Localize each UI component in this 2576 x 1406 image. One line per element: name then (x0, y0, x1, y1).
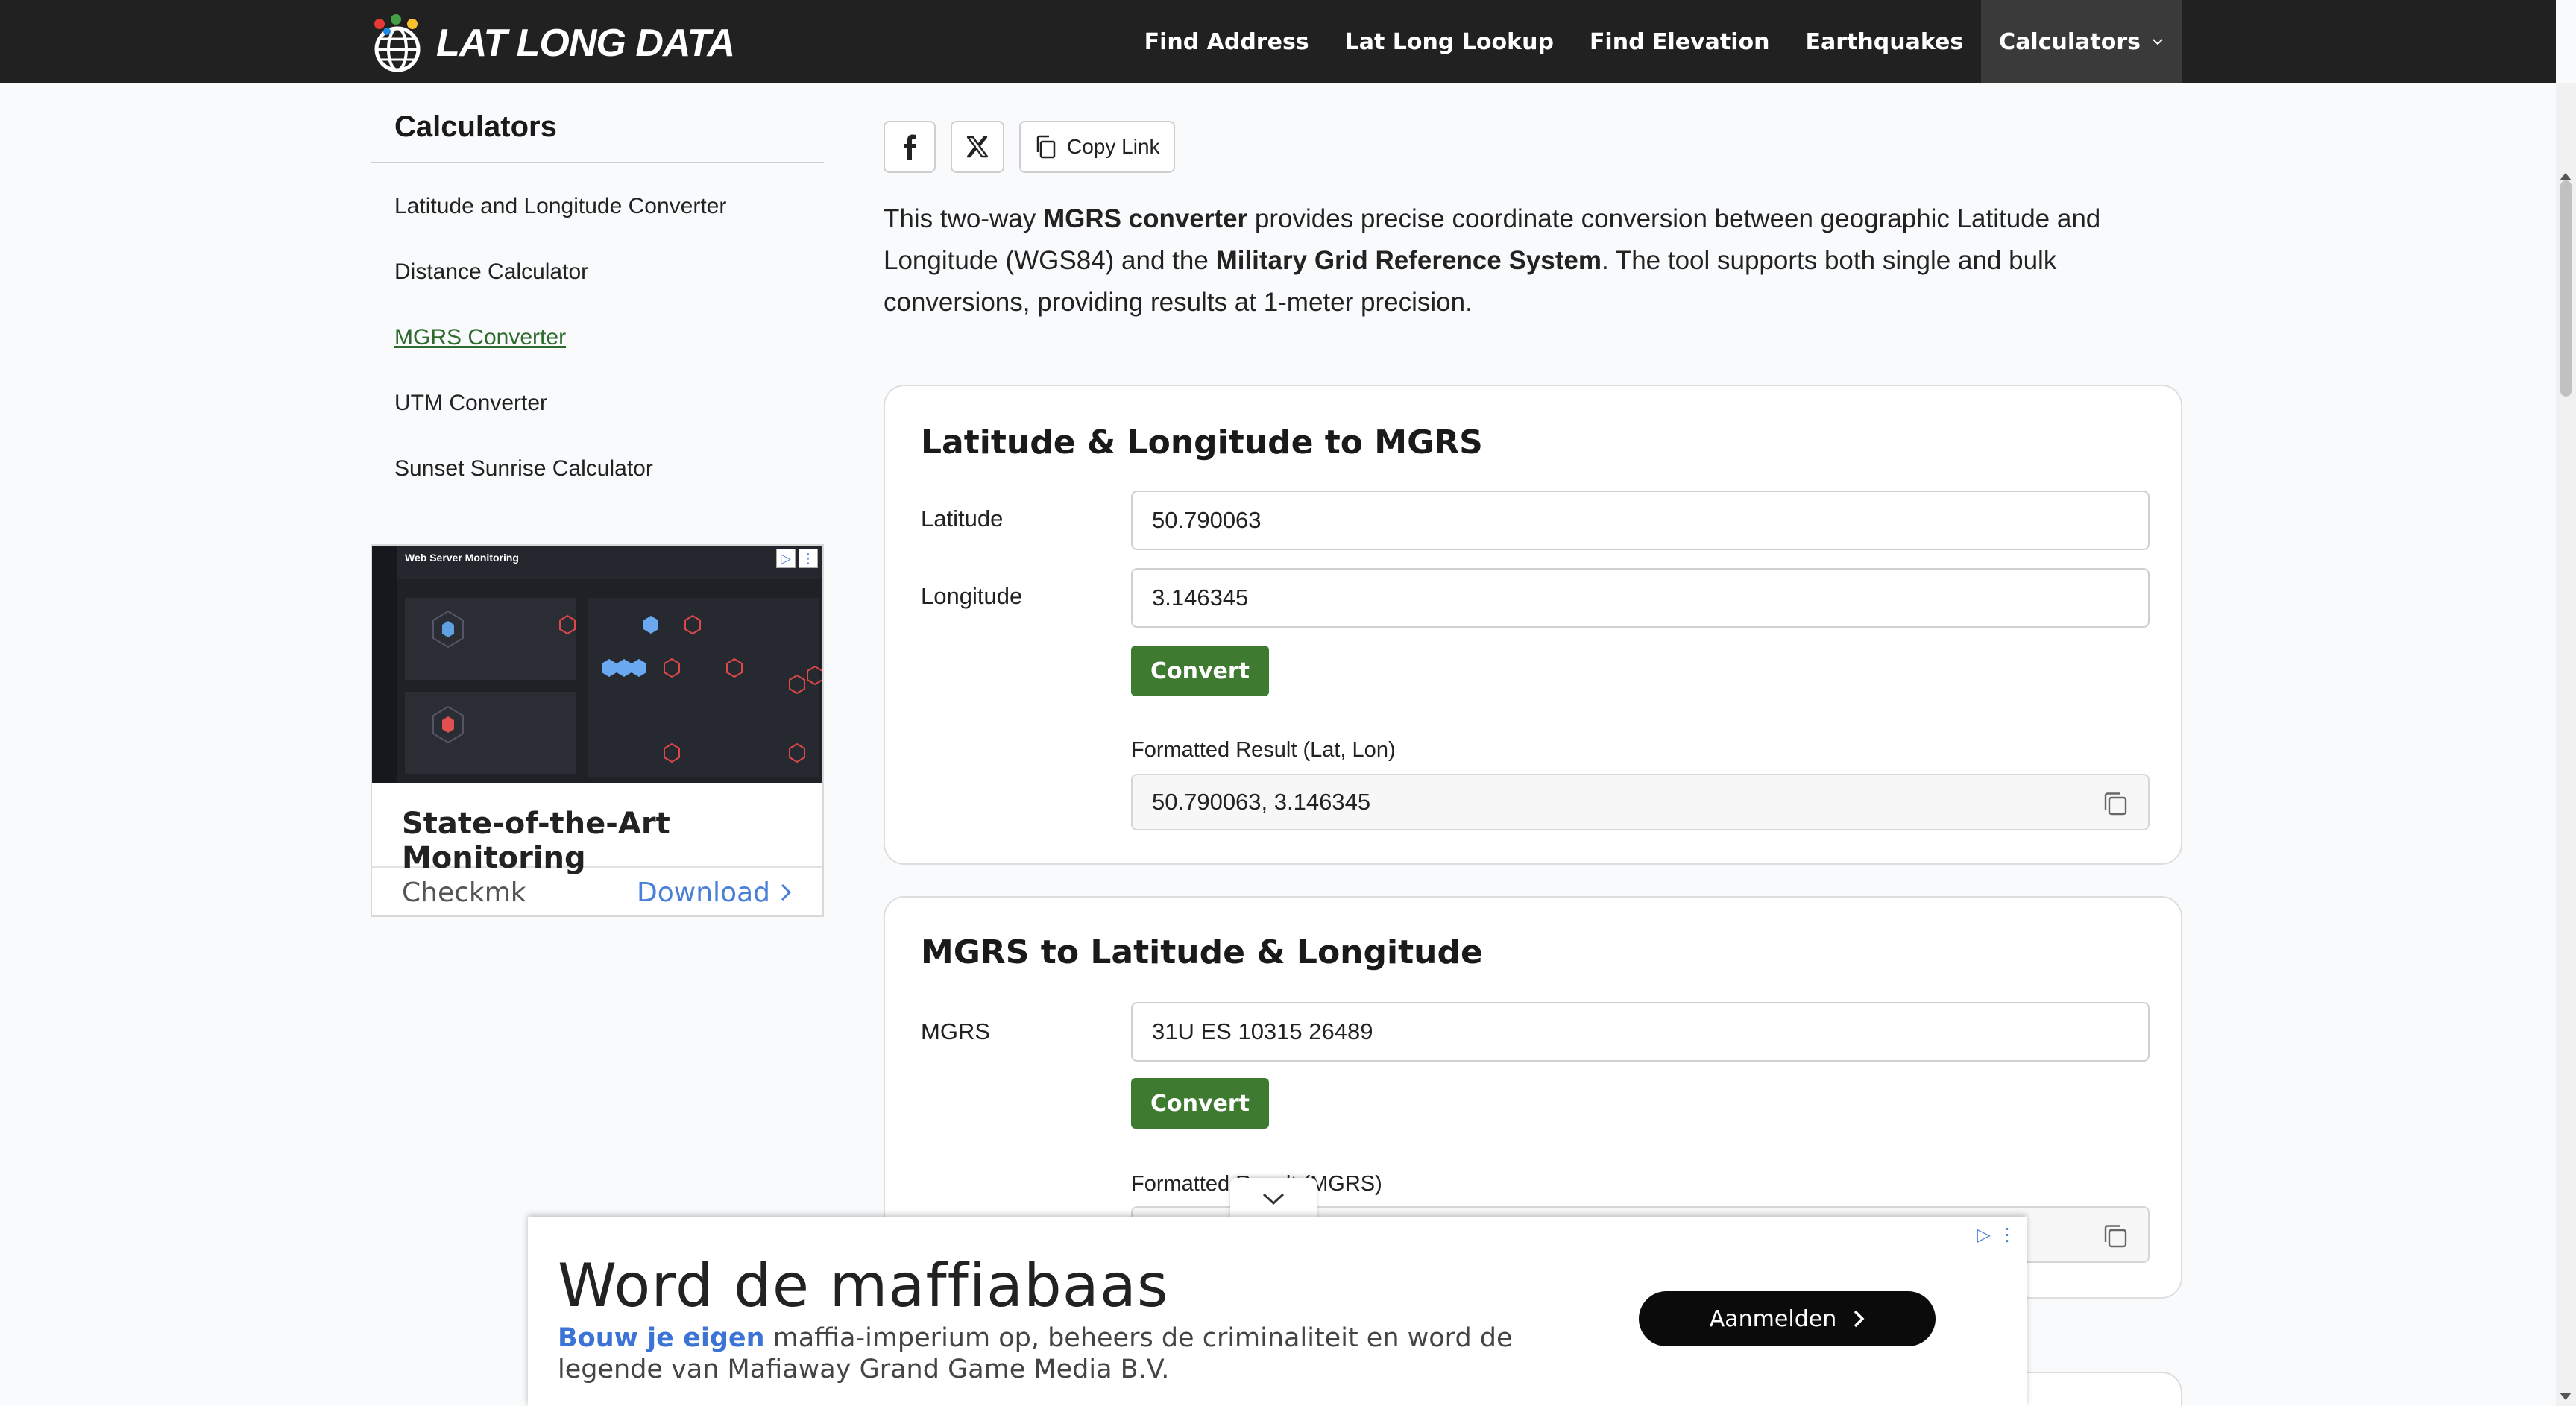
logo-text: LAT LONG DATA (436, 22, 735, 65)
card-title: MGRS to Latitude & Longitude (921, 933, 1483, 971)
sidebar-item-mgrs-converter[interactable]: MGRS Converter (371, 305, 824, 371)
mgrs-label: MGRS (921, 1018, 990, 1044)
result-label: Formatted Result (Lat, Lon) (1131, 738, 1396, 762)
card-title: Latitude & Longitude to MGRS (921, 423, 1483, 461)
convert-to-latlong-button[interactable]: Convert (1131, 1078, 1270, 1129)
latitude-label: Latitude (921, 505, 1004, 532)
ad-menu-icon[interactable]: ⋮ (1998, 1224, 2016, 1246)
copy-icon[interactable] (2100, 1221, 2130, 1251)
ad-signup-label: Aanmelden (1709, 1305, 1837, 1332)
intro-paragraph: This two-way MGRS converter provides pre… (884, 198, 2151, 324)
copy-icon (1036, 135, 1056, 159)
chevron-right-icon (781, 883, 792, 901)
nav-calculators-label: Calculators (1999, 28, 2141, 55)
ad-download-link[interactable]: Download (637, 877, 793, 908)
ad-cta-label: Download (637, 877, 770, 908)
adchoices-icon[interactable]: ▷ (1977, 1224, 1991, 1246)
sidebar-item-label: Distance Calculator (394, 259, 589, 284)
latlong-to-mgrs-card: Latitude & Longitude to MGRS Latitude Lo… (884, 385, 2182, 865)
main-nav: Find Address Lat Long Lookup Find Elevat… (1127, 0, 2182, 83)
ad-title[interactable]: State-of-the-Art Monitoring (372, 783, 822, 875)
scroll-thumb[interactable] (2560, 180, 2572, 397)
top-navbar: LAT LONG DATA Find Address Lat Long Look… (0, 0, 2556, 83)
sidebar-ad[interactable]: Web Server Monitoring ▷ ⋮ State-of-the-A… (371, 544, 824, 917)
sidebar-list: Latitude and Longitude Converter Distanc… (371, 163, 824, 502)
copy-link-button[interactable]: Copy Link (1019, 121, 1175, 173)
chevron-right-icon (1854, 1310, 1865, 1328)
sidebar-item-label: MGRS Converter (394, 325, 567, 350)
chevron-down-icon (2153, 39, 2163, 45)
x-twitter-icon (966, 136, 989, 158)
scroll-up-arrow-icon[interactable] (2560, 173, 2572, 180)
ad-choices[interactable]: ▷ ⋮ (1977, 1224, 2016, 1246)
nav-earthquakes[interactable]: Earthquakes (1788, 0, 1982, 83)
result-value: 50.790063, 3.146345 (1152, 789, 1371, 815)
sidebar-item-distance-calculator[interactable]: Distance Calculator (371, 239, 824, 305)
page-scrollbar[interactable] (2556, 83, 2576, 1406)
collapse-ad-button[interactable] (1230, 1178, 1317, 1220)
sidebar-item-label: Sunset Sunrise Calculator (394, 456, 653, 481)
nav-find-address[interactable]: Find Address (1127, 0, 1327, 83)
sidebar-item-sunset-sunrise[interactable]: Sunset Sunrise Calculator (371, 436, 824, 502)
nav-calculators[interactable]: Calculators (1981, 0, 2182, 83)
ad-choices[interactable]: ▷ ⋮ (776, 549, 818, 568)
result-output[interactable]: 50.790063, 3.146345 (1131, 774, 2150, 830)
bottom-ad-banner[interactable]: ▷ ⋮ Word de maffiabaas Bouw je eigen maf… (528, 1217, 2027, 1406)
longitude-label: Longitude (921, 583, 1023, 609)
ad-hexmap-graphic (405, 598, 822, 777)
sidebar: Calculators Latitude and Longitude Conve… (371, 104, 824, 502)
x-share-button[interactable] (951, 121, 1004, 173)
sidebar-item-utm-converter[interactable]: UTM Converter (371, 371, 824, 436)
sidebar-item-latlong-converter[interactable]: Latitude and Longitude Converter (371, 174, 824, 239)
ad-brand: Checkmk (402, 877, 526, 908)
ad-menu-icon[interactable]: ⋮ (799, 549, 818, 568)
ad-headline[interactable]: Word de maffiabaas (558, 1251, 1169, 1320)
sidebar-item-label: Latitude and Longitude Converter (394, 194, 727, 218)
sidebar-item-label: UTM Converter (394, 391, 548, 415)
adchoices-icon[interactable]: ▷ (776, 549, 796, 568)
latitude-input[interactable] (1131, 491, 2150, 550)
sidebar-title: Calculators (371, 104, 824, 163)
longitude-input[interactable] (1131, 568, 2150, 628)
intro-bold-mgrs: MGRS converter (1042, 204, 1248, 233)
facebook-icon (904, 134, 916, 160)
intro-bold-military: Military Grid Reference System (1215, 246, 1602, 275)
scroll-down-arrow-icon[interactable] (2560, 1393, 2572, 1400)
convert-to-mgrs-button[interactable]: Convert (1131, 646, 1270, 696)
globe-logo-icon (374, 14, 421, 72)
copy-icon[interactable] (2100, 789, 2130, 819)
site-logo[interactable]: LAT LONG DATA (369, 12, 735, 75)
nav-lat-long-lookup[interactable]: Lat Long Lookup (1327, 0, 1572, 83)
nav-find-elevation[interactable]: Find Elevation (1572, 0, 1788, 83)
share-buttons: Copy Link (884, 121, 1175, 173)
ad-screenshot-image: Web Server Monitoring ▷ ⋮ (372, 546, 822, 783)
ad-highlight: Bouw je eigen (558, 1323, 765, 1353)
mgrs-input[interactable] (1131, 1002, 2150, 1062)
ad-body-text: Bouw je eigen maffia-imperium op, beheer… (558, 1323, 1602, 1385)
copy-link-label: Copy Link (1067, 135, 1160, 158)
facebook-share-button[interactable] (884, 121, 936, 173)
intro-text-1: This two-way (884, 204, 1043, 233)
chevron-down-icon (1262, 1193, 1285, 1205)
ad-signup-button[interactable]: Aanmelden (1639, 1291, 1936, 1346)
